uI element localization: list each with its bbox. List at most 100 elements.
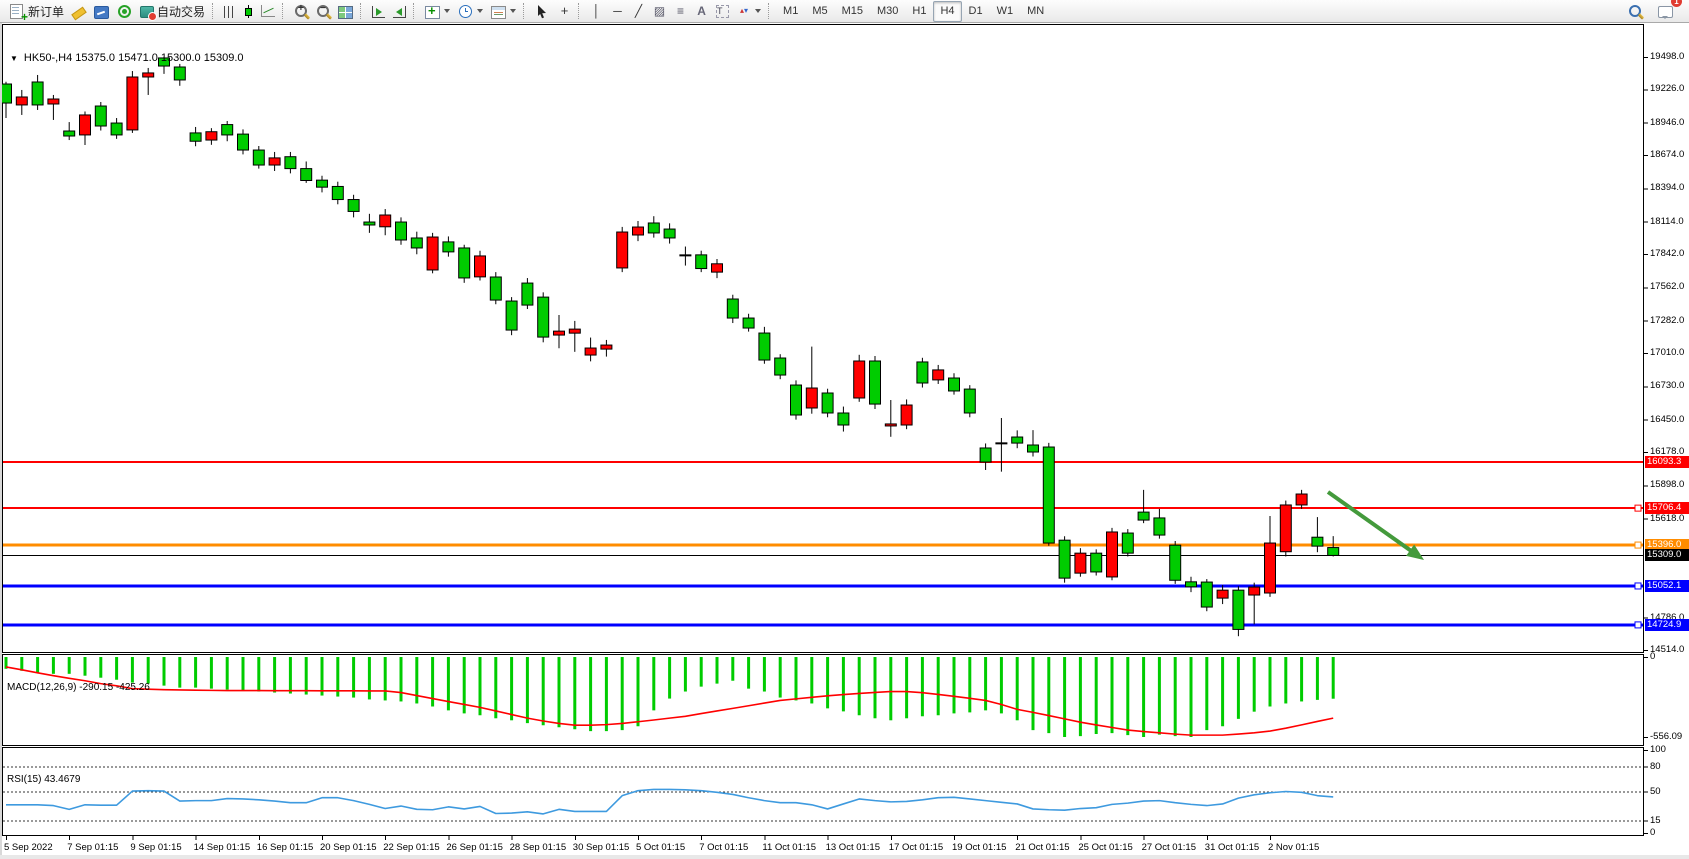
horizontal-line-button[interactable]	[607, 0, 628, 23]
periods-button[interactable]	[454, 0, 487, 23]
tile-windows-button[interactable]	[334, 0, 357, 23]
timeframe-m15[interactable]: M15	[835, 1, 870, 22]
candle	[1279, 504, 1292, 553]
search-button[interactable]	[1624, 0, 1646, 23]
candle	[126, 76, 139, 131]
crosshair-icon	[558, 5, 571, 18]
chat-bubble-icon	[1658, 6, 1673, 19]
candle	[442, 241, 455, 253]
candle	[979, 447, 992, 463]
candle	[1074, 552, 1087, 574]
auto-trading-button[interactable]: 自动交易	[136, 0, 209, 23]
timeframe-h4[interactable]: H4	[933, 0, 962, 22]
cursor-button[interactable]	[531, 0, 554, 23]
candle	[63, 130, 76, 137]
candle	[1169, 544, 1182, 581]
candlestick-chart-button[interactable]	[240, 0, 257, 23]
candlestick-icon	[244, 4, 253, 18]
candle	[632, 226, 644, 236]
zoom-in-icon	[295, 3, 308, 17]
toolbar-separator	[212, 3, 217, 19]
hline-anchor[interactable]	[1634, 504, 1642, 512]
text-icon	[695, 4, 708, 18]
market-watch-button[interactable]	[90, 0, 113, 23]
hline-anchor[interactable]	[1634, 541, 1642, 549]
chart-shift-button[interactable]	[389, 0, 410, 23]
timeframe-w1[interactable]: W1	[990, 1, 1021, 22]
candle	[31, 81, 44, 106]
vertical-line-button[interactable]	[586, 0, 607, 23]
zoom-out-button[interactable]	[312, 0, 334, 23]
trendline-button[interactable]	[628, 0, 649, 23]
candle	[1295, 493, 1308, 506]
timeframe-m1[interactable]: M1	[776, 1, 805, 22]
candle	[537, 296, 550, 338]
candle	[268, 157, 281, 166]
chevron-down-icon	[510, 9, 517, 13]
signal-button[interactable]	[113, 0, 136, 23]
zoom-in-button[interactable]	[290, 0, 312, 23]
candle	[1121, 532, 1134, 554]
crosshair-button[interactable]	[554, 0, 575, 23]
candle	[853, 360, 866, 399]
candle	[426, 236, 439, 271]
candle	[821, 392, 834, 414]
candle	[284, 156, 297, 170]
signal-icon	[118, 4, 132, 18]
candle	[805, 387, 818, 409]
new-order-button[interactable]: 新订单	[4, 0, 68, 24]
hline-anchor[interactable]	[1634, 582, 1642, 590]
collapse-triangle-icon[interactable]: ▼	[10, 54, 18, 63]
candle	[1027, 444, 1039, 453]
zoom-out-icon	[317, 3, 330, 17]
text-button[interactable]	[691, 0, 712, 23]
equidistant-channel-icon	[653, 4, 666, 18]
timeframe-h1[interactable]: H1	[905, 1, 933, 22]
candle	[363, 221, 376, 226]
candle	[837, 412, 850, 426]
auto-scroll-button[interactable]	[368, 0, 389, 23]
toolbar: 新订单 自动交易 M1 M5 M15 M30 H1 H4 D1 W1 MN	[0, 0, 1689, 24]
arrows-button[interactable]	[733, 0, 765, 23]
chevron-down-icon	[477, 9, 484, 13]
equidistant-channel-button[interactable]	[649, 0, 670, 23]
hline-anchor[interactable]	[1634, 621, 1642, 629]
candle	[173, 66, 186, 81]
candle	[189, 132, 202, 142]
templates-button[interactable]	[487, 0, 520, 23]
candle	[647, 222, 660, 234]
candle	[1185, 581, 1197, 588]
auto-trading-icon	[140, 6, 158, 21]
notifications-button[interactable]: 1	[1654, 0, 1682, 23]
timeframe-m30[interactable]: M30	[870, 1, 905, 22]
fibonacci-button[interactable]	[670, 0, 691, 23]
candle	[521, 282, 534, 306]
bar-chart-button[interactable]	[220, 0, 240, 23]
candle	[110, 122, 123, 136]
candle	[458, 247, 471, 279]
arrows-icon	[737, 4, 751, 18]
candle	[663, 228, 676, 239]
timeframe-m5[interactable]: M5	[805, 1, 834, 22]
timeframe-mn[interactable]: MN	[1020, 1, 1051, 22]
price-chart-canvas	[0, 24, 1648, 840]
toolbar-separator	[360, 3, 365, 19]
candle	[79, 114, 91, 136]
timeframe-d1[interactable]: D1	[962, 1, 990, 22]
candle	[0, 83, 12, 104]
candle	[1011, 436, 1024, 444]
candle	[1264, 542, 1276, 594]
highlighter-button[interactable]	[68, 0, 90, 23]
candle	[695, 254, 708, 270]
candle	[300, 168, 313, 182]
text-label-button[interactable]	[712, 0, 733, 23]
candle	[1216, 589, 1229, 599]
toolbar-separator	[578, 3, 583, 19]
indicators-button[interactable]	[421, 0, 454, 23]
highlighter-icon	[71, 6, 87, 21]
candle	[679, 254, 692, 257]
line-chart-button[interactable]	[257, 0, 279, 23]
toolbar-separator	[523, 3, 528, 19]
rsi-indicator-label: RSI(15) 43.4679	[7, 774, 81, 785]
candle	[489, 276, 502, 301]
